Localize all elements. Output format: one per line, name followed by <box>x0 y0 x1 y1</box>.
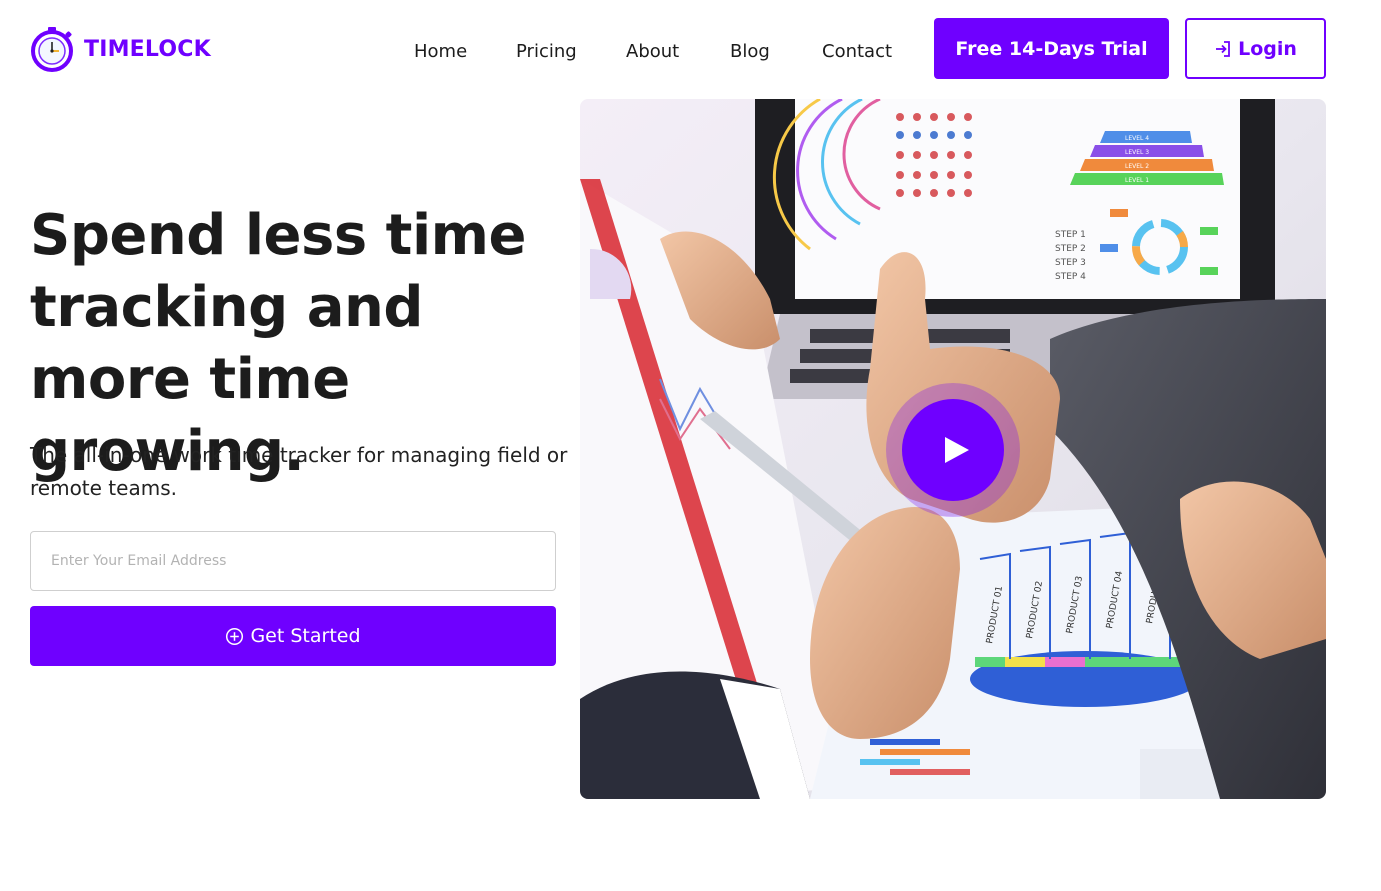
brand-logo[interactable]: TIMELOCK <box>30 26 211 72</box>
get-started-label: Get Started <box>250 625 361 647</box>
image-step-3: STEP 3 <box>1055 258 1086 268</box>
play-icon <box>944 437 969 463</box>
image-level-4: LEVEL 4 <box>1125 135 1149 142</box>
nav-item-about[interactable]: About <box>626 41 679 62</box>
nav-item-pricing[interactable]: Pricing <box>516 41 577 62</box>
play-video-button[interactable] <box>902 399 1004 501</box>
image-level-2: LEVEL 2 <box>1125 163 1149 170</box>
nav-item-contact[interactable]: Contact <box>822 41 892 62</box>
hero-subtitle: The all-in-one work time tracker for man… <box>30 443 568 500</box>
login-label: Login <box>1238 37 1297 60</box>
nav-item-blog[interactable]: Blog <box>730 41 770 62</box>
login-button[interactable]: Login <box>1185 18 1326 79</box>
email-input[interactable] <box>30 531 556 591</box>
plus-circle-icon <box>226 627 244 645</box>
sign-in-icon <box>1216 40 1230 57</box>
image-level-1: LEVEL 1 <box>1125 177 1149 184</box>
free-trial-button[interactable]: Free 14-Days Trial <box>934 18 1169 79</box>
image-step-2: STEP 2 <box>1055 244 1086 254</box>
image-step-1: STEP 1 <box>1055 230 1086 240</box>
image-level-3: LEVEL 3 <box>1125 149 1149 156</box>
nav-item-home[interactable]: Home <box>414 41 467 62</box>
free-trial-label: Free 14-Days Trial <box>955 37 1148 60</box>
image-step-4: STEP 4 <box>1055 272 1086 282</box>
stopwatch-icon <box>31 27 73 72</box>
brand-name: TIMELOCK <box>84 36 211 62</box>
get-started-button[interactable]: Get Started <box>30 606 556 666</box>
